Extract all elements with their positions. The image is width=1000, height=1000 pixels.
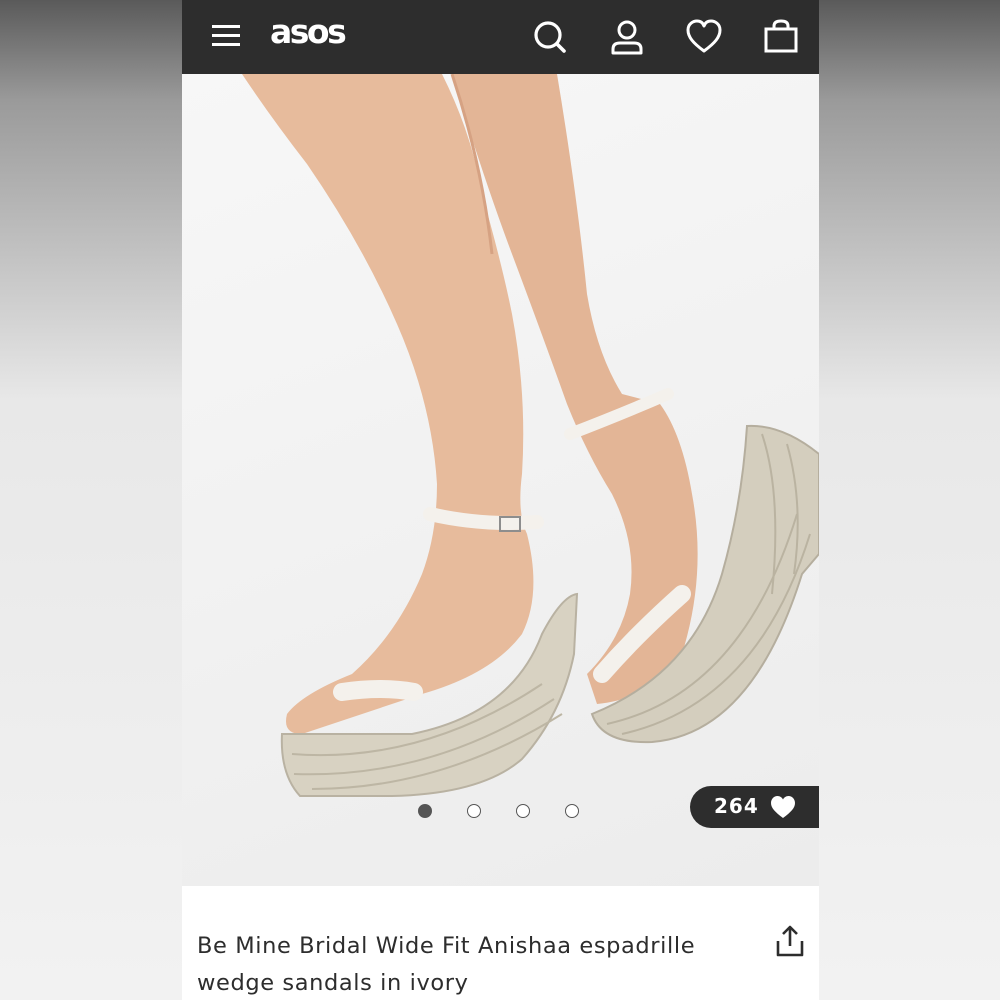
asos-logo[interactable]: asos: [270, 12, 347, 51]
save-count-button[interactable]: 264: [690, 786, 819, 828]
bag-icon[interactable]: [762, 17, 802, 57]
search-icon[interactable]: [531, 17, 571, 57]
carousel-dot-2[interactable]: [467, 804, 481, 818]
carousel-dot-4[interactable]: [565, 804, 579, 818]
product-photo-illustration: [242, 74, 819, 797]
carousel-dot-1[interactable]: [418, 804, 432, 818]
save-count: 264: [714, 794, 759, 818]
mobile-app-frame: asos 264 Be Mine Bridal Wide Fit Anishaa…: [182, 0, 819, 1000]
menu-icon[interactable]: [208, 17, 248, 57]
product-info-section: Be Mine Bridal Wide Fit Anishaa espadril…: [182, 886, 819, 1000]
wishlist-heart-icon[interactable]: [685, 17, 725, 57]
product-image[interactable]: 264: [182, 74, 819, 886]
carousel-dot-3[interactable]: [516, 804, 530, 818]
heart-icon: [771, 796, 795, 818]
account-icon[interactable]: [608, 17, 648, 57]
share-icon[interactable]: [775, 924, 805, 958]
product-title: Be Mine Bridal Wide Fit Anishaa espadril…: [197, 933, 696, 996]
top-navigation-bar: asos: [182, 0, 819, 74]
